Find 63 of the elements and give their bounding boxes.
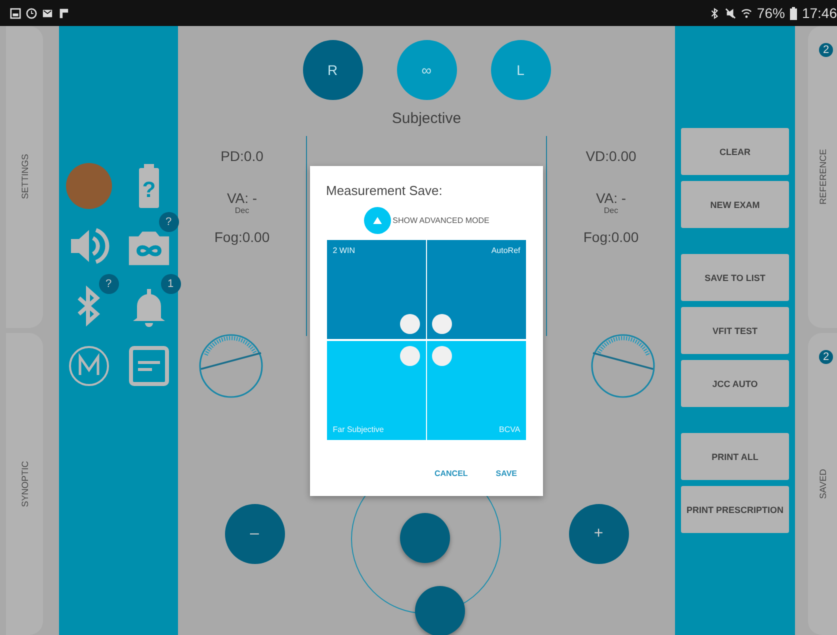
side-tab[interactable]: 2 REFERENCE: [808, 26, 837, 328]
count-badge: 2: [819, 43, 833, 57]
distance-value: VD:0.00: [586, 148, 636, 164]
action-button[interactable]: SAVE TO LIST: [681, 254, 789, 301]
drop-dot: [432, 346, 452, 366]
clock-icon: [26, 8, 37, 18]
joystick-handle[interactable]: [414, 586, 464, 635]
joystick-knob[interactable]: [400, 513, 450, 563]
eye-button[interactable]: R: [302, 40, 362, 100]
action-button[interactable]: VFIT TEST: [681, 307, 789, 354]
badge: ?: [158, 212, 178, 232]
badge: ?: [98, 274, 118, 294]
badge: 1: [160, 274, 180, 294]
status-dot: [66, 163, 112, 209]
expand-toggle[interactable]: [364, 207, 391, 234]
minus-button[interactable]: –: [224, 504, 284, 564]
plus-button[interactable]: +: [568, 504, 628, 564]
mode-title: Subjective: [392, 110, 462, 127]
va-unit: Dec: [234, 206, 250, 215]
distance-value: PD:0.0: [220, 148, 264, 164]
drop-dot: [432, 314, 452, 334]
clock-time: 17:46: [802, 5, 837, 21]
va-value: VA: -: [596, 190, 626, 206]
action-button[interactable]: PRINT ALL: [681, 433, 789, 480]
action-button[interactable]: PRINT PRESCRIPTION: [681, 486, 789, 533]
triangle-up-icon: [372, 217, 382, 224]
dialog-button[interactable]: CANCEL: [430, 466, 472, 480]
fog-value: Fog:0.00: [583, 229, 639, 245]
eye-button[interactable]: ∞: [396, 40, 456, 100]
action-button[interactable]: CLEAR: [681, 128, 789, 175]
mute-icon: [724, 8, 736, 18]
eye-button[interactable]: L: [490, 40, 550, 100]
axis-gauge-icon: [590, 333, 656, 399]
dialog-button[interactable]: SAVE: [492, 466, 521, 480]
cell-label: BCVA: [499, 424, 520, 434]
side-tab[interactable]: SYNOPTIC: [6, 333, 43, 635]
wifi-icon: [740, 8, 752, 18]
flag-icon: [58, 8, 69, 18]
m-circle-icon: [66, 344, 110, 388]
side-tab[interactable]: 2 SAVED: [808, 333, 837, 635]
action-button[interactable]: NEW EXAM: [681, 181, 789, 228]
drop-dot: [400, 346, 420, 366]
count-badge: 2: [819, 350, 833, 364]
message-icon: [126, 344, 170, 388]
drop-dot: [400, 314, 420, 334]
cell-label: Far Subjective: [332, 424, 384, 434]
advanced-mode-label: SHOW ADVANCED MODE: [392, 216, 490, 225]
battery-icon: [790, 6, 797, 20]
va-unit: Dec: [604, 206, 618, 215]
image-icon: [10, 8, 21, 18]
dialog-title: Measurement Save:: [326, 183, 442, 198]
save-target-cell[interactable]: AutoRef: [427, 240, 526, 339]
cell-label: 2 WIN: [332, 246, 355, 255]
battery-percent: 76%: [756, 5, 785, 21]
save-target-cell[interactable]: 2 WIN: [326, 240, 426, 339]
side-tab[interactable]: SETTINGS: [6, 26, 43, 328]
bluetooth-icon: [708, 8, 720, 18]
cell-label: AutoRef: [491, 246, 520, 255]
mail-icon: [42, 8, 53, 18]
va-value: VA: -: [226, 190, 258, 206]
action-button[interactable]: JCC AUTO: [681, 360, 789, 407]
fog-value: Fog:0.00: [214, 229, 270, 245]
axis-gauge-icon: [198, 333, 264, 399]
